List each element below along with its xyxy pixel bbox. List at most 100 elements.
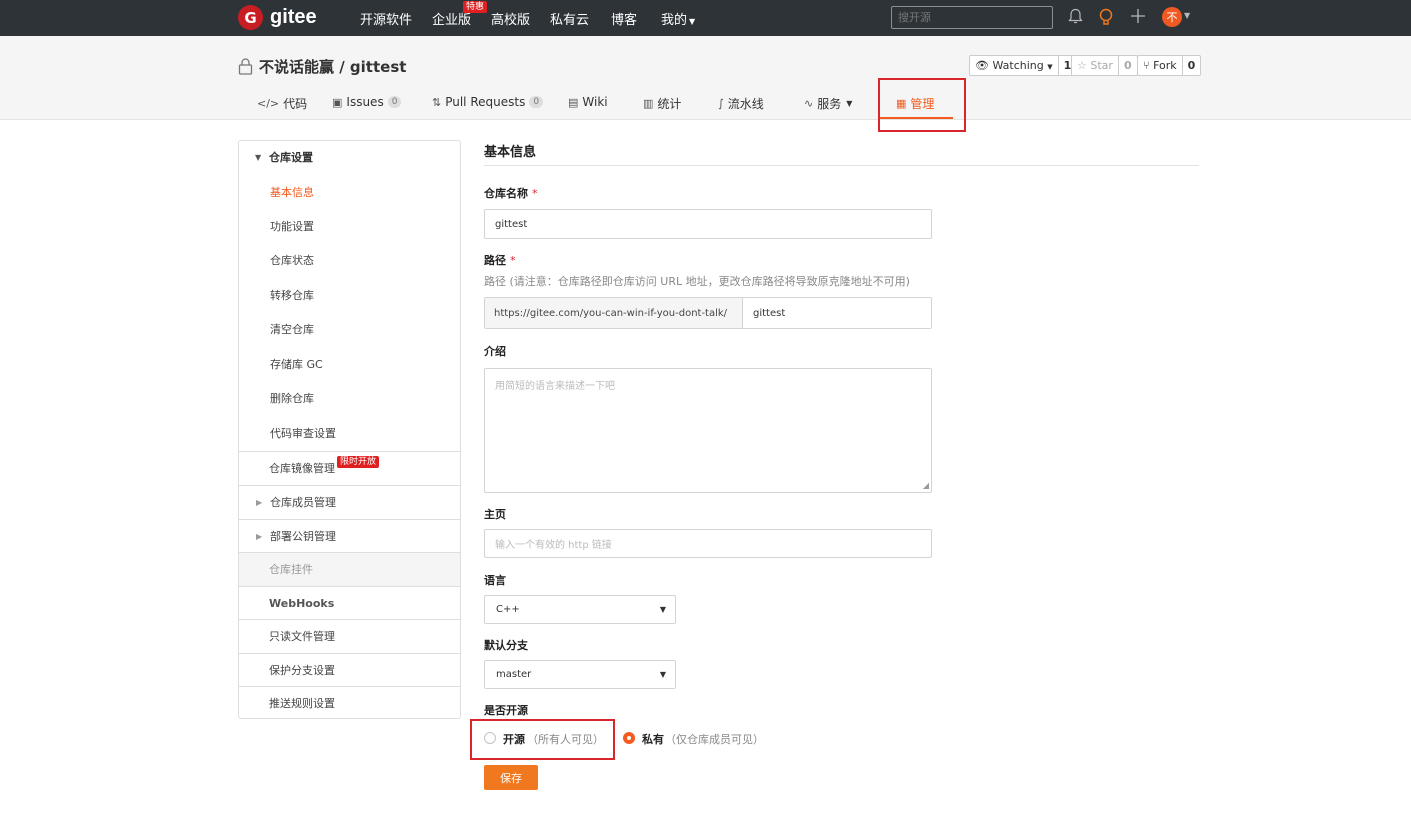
path-prefix: https://gitee.com/you-can-win-if-you-don…	[484, 297, 743, 329]
sidebar-group-repo-settings[interactable]: ▼ 仓库设置	[239, 141, 460, 174]
repo-title-text[interactable]: 不说话能赢 / gittest	[259, 56, 406, 77]
sidebar-item-mirror-label: 仓库镜像管理	[269, 462, 335, 475]
fork-icon: ⑂	[1143, 59, 1150, 72]
sidebar-item-webhooks[interactable]: WebHooks	[239, 586, 460, 619]
nav-open-source[interactable]: 开源软件	[360, 9, 412, 28]
language-label: 语言	[484, 574, 506, 587]
sidebar-group-title: 仓库设置	[269, 151, 313, 164]
public-radio-label[interactable]: 开源	[503, 731, 525, 747]
tab-code[interactable]: </> 代码	[257, 95, 307, 112]
path-label: 路径 *	[484, 252, 516, 268]
resize-handle-icon[interactable]: ◢	[923, 482, 929, 490]
language-select[interactable]: C++ ▼	[484, 595, 676, 624]
sidebar-item-protected-branches[interactable]: 保护分支设置	[239, 653, 460, 686]
private-radio-label[interactable]: 私有	[642, 731, 664, 747]
tab-issues-label: Issues	[346, 95, 384, 109]
chevron-down-icon: ▼	[689, 17, 696, 26]
fork-count[interactable]: 0	[1181, 56, 1201, 75]
repo-name-label-text: 仓库名称	[484, 187, 528, 200]
sidebar-item-deploy-keys[interactable]: ▶ 部署公钥管理	[239, 519, 460, 552]
caret-down-icon: ▼	[659, 605, 666, 614]
nav-mine[interactable]: 我的 ▼	[661, 9, 695, 28]
sidebar-item-repo-status[interactable]: 仓库状态	[239, 252, 460, 268]
tab-pipeline-label: 流水线	[727, 97, 764, 111]
required-mark: *	[532, 187, 538, 200]
gitee-logo[interactable]: G gitee	[238, 5, 317, 30]
lock-icon	[238, 58, 253, 75]
sidebar-item-delete[interactable]: 删除仓库	[239, 390, 460, 406]
sidebar-item-members-label: 仓库成员管理	[270, 496, 336, 509]
search-input[interactable]	[891, 6, 1053, 29]
save-button[interactable]: 保存	[484, 765, 538, 790]
tab-pull-requests[interactable]: ⇅ Pull Requests 0	[432, 95, 544, 109]
nav-blog[interactable]: 博客	[611, 9, 637, 28]
sidebar-item-basic-info[interactable]: 基本信息	[239, 184, 460, 200]
intro-textarea[interactable]: 用简短的语言来描述一下吧 ◢	[484, 368, 932, 493]
nav-university[interactable]: 高校版	[491, 9, 530, 28]
sidebar-item-clear[interactable]: 清空仓库	[239, 321, 460, 337]
caret-down-icon: ▼	[659, 670, 666, 679]
sidebar-item-deploy-keys-label: 部署公钥管理	[270, 530, 336, 543]
fork-label: Fork	[1153, 59, 1177, 72]
required-mark: *	[510, 254, 516, 267]
code-icon: </>	[257, 97, 280, 110]
caret-right-icon: ▶	[256, 498, 263, 507]
repo-header: 不说话能赢 / gittest 👁 Watching ▼ 1 ☆ Star 0 …	[0, 36, 1411, 120]
sidebar-item-push-rules[interactable]: 推送规则设置	[239, 686, 460, 719]
default-branch-select[interactable]: master ▼	[484, 660, 676, 689]
sidebar-item-members[interactable]: ▶ 仓库成员管理	[239, 485, 460, 519]
tab-wiki-label: Wiki	[582, 95, 608, 109]
homepage-label: 主页	[484, 508, 506, 521]
private-radio-note: （仅仓库成员可见）	[665, 733, 764, 746]
pipeline-icon: ∫	[718, 97, 724, 110]
caret-down-icon: ▼	[255, 153, 262, 162]
chart-icon: ▥	[643, 97, 654, 110]
avatar[interactable]: 不	[1162, 7, 1182, 27]
sidebar-item-code-review[interactable]: 代码审查设置	[239, 425, 460, 441]
star-icon: ☆	[1077, 59, 1087, 72]
nav-mine-label: 我的	[661, 13, 688, 28]
plus-icon[interactable]	[1130, 8, 1146, 28]
tab-services[interactable]: ∿ 服务 ▼	[804, 95, 852, 112]
tab-pipeline[interactable]: ∫ 流水线	[718, 95, 764, 112]
public-radio-note: （所有人可见）	[527, 733, 604, 746]
intro-label: 介绍	[484, 345, 506, 358]
path-input[interactable]: gittest	[742, 297, 932, 329]
private-radio[interactable]	[623, 732, 635, 744]
wiki-icon: ▤	[568, 95, 579, 109]
sidebar-item-features[interactable]: 功能设置	[239, 218, 460, 234]
settings-sidebar: ▼ 仓库设置 基本信息 功能设置 仓库状态 转移仓库 清空仓库 存储库 GC 删…	[238, 140, 461, 719]
tab-issues[interactable]: ▣ Issues 0	[332, 95, 402, 109]
default-branch-label: 默认分支	[484, 639, 528, 652]
highlight-box-admin-tab	[878, 78, 966, 132]
tab-stats[interactable]: ▥ 统计	[643, 95, 681, 112]
tab-stats-label: 统计	[657, 97, 682, 111]
open-source-label: 是否开源	[484, 704, 528, 717]
repo-title: 不说话能赢 / gittest	[238, 56, 406, 77]
tab-wiki[interactable]: ▤ Wiki	[568, 95, 608, 109]
gitee-logo-text: gitee	[270, 6, 317, 28]
path-hint: 路径 (请注意：仓库路径即仓库访问 URL 地址，更改仓库路径将导致原克隆地址不…	[484, 275, 910, 288]
watching-button[interactable]: 👁 Watching ▼ 1	[969, 55, 1078, 76]
homepage-input[interactable]: 输入一个有效的 http 链接	[484, 529, 932, 558]
chevron-down-icon[interactable]: ▼	[1184, 11, 1190, 20]
fork-button[interactable]: ⑂ Fork 0	[1137, 55, 1202, 76]
caret-down-icon: ▼	[1047, 63, 1053, 71]
tab-pull-requests-label: Pull Requests	[445, 95, 526, 109]
repo-name-input[interactable]: gittest	[484, 209, 932, 239]
lightbulb-icon[interactable]	[1098, 8, 1114, 30]
public-radio[interactable]	[484, 732, 496, 744]
repo-name-label: 仓库名称 *	[484, 185, 538, 201]
limited-badge: 限时开放	[337, 456, 380, 468]
star-button[interactable]: ☆ Star 0	[1071, 55, 1138, 76]
caret-right-icon: ▶	[256, 532, 263, 541]
bell-icon[interactable]	[1068, 8, 1083, 29]
gitee-logo-mark: G	[238, 5, 263, 30]
nav-private-cloud[interactable]: 私有云	[550, 9, 589, 28]
sidebar-item-gc[interactable]: 存储库 GC	[239, 356, 460, 372]
default-branch-select-value: master	[496, 669, 532, 680]
star-count[interactable]: 0	[1117, 56, 1137, 75]
sidebar-item-readonly-files[interactable]: 只读文件管理	[239, 619, 460, 653]
path-label-text: 路径	[484, 254, 506, 267]
sidebar-item-transfer[interactable]: 转移仓库	[239, 287, 460, 303]
